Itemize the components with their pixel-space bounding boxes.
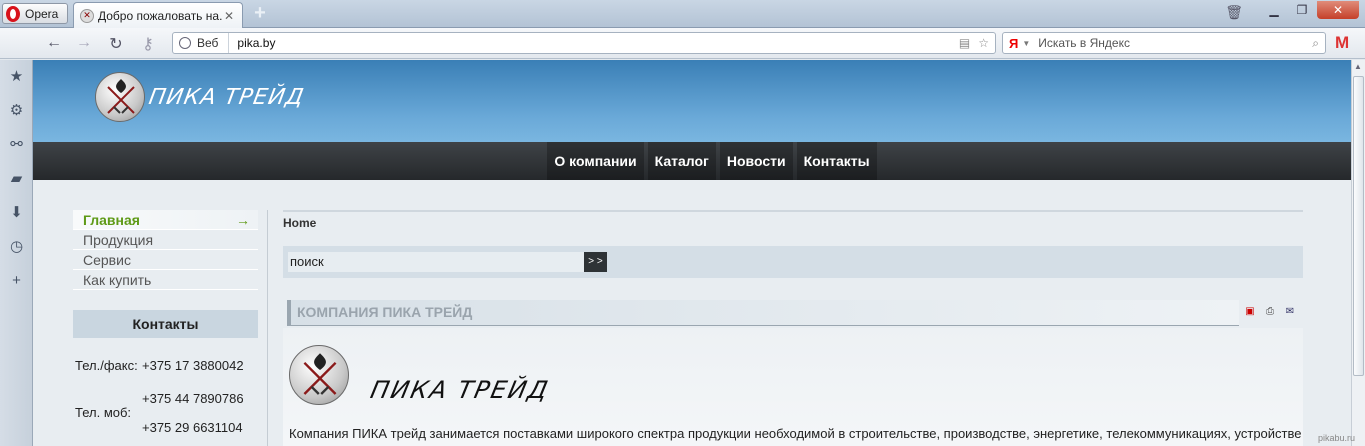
print-icon[interactable]: ⎙ — [1263, 304, 1277, 318]
article-actions: ▣ ⎙ ✉ — [1243, 304, 1297, 318]
main-navigation: О компании Каталог Новости Контакты — [33, 142, 1351, 180]
scroll-up-icon[interactable]: ▲ — [1354, 62, 1362, 71]
restore-icon[interactable]: ❐ — [1289, 1, 1315, 19]
bookmarks-star-icon[interactable]: ★ — [0, 60, 33, 94]
mobile-value-1: +375 44 7890786 — [142, 391, 244, 406]
url-text[interactable]: pika.by — [229, 36, 958, 50]
globe-icon — [179, 37, 191, 49]
search-placeholder[interactable]: Искать в Яндекс — [1038, 36, 1312, 50]
left-menu-products[interactable]: Продукция — [73, 230, 258, 250]
side-panel: ★ ⚙ ⚯ ▰ ⬇ ◷ + — [0, 60, 33, 446]
article-logo-emblem-icon — [289, 345, 349, 405]
site-info[interactable]: Веб — [173, 33, 230, 53]
mobile-label: Тел. моб: — [75, 405, 132, 420]
nav-catalog[interactable]: Каталог — [647, 142, 716, 180]
watermark: pikabu.ru — [1318, 433, 1356, 443]
article-title: КОМПАНИЯ ПИКА ТРЕЙД — [287, 300, 1239, 326]
left-menu-home[interactable]: Главная → — [73, 210, 258, 230]
trash-icon[interactable]: 🗑 — [1225, 4, 1243, 21]
nav-contacts[interactable]: Контакты — [796, 142, 877, 180]
search-field[interactable]: Я ▼ Искать в Яндекс ⌕ — [1002, 32, 1326, 54]
add-panel-icon[interactable]: + — [0, 264, 33, 298]
mobile-value-2: +375 29 6631104 — [142, 420, 243, 435]
history-clock-icon[interactable]: ◷ — [0, 230, 33, 264]
site-logo[interactable]: ПИКА ТРЕЙД — [95, 72, 307, 122]
site-search-input[interactable]: поиск — [288, 252, 584, 272]
downloads-icon[interactable]: ⬇ — [0, 196, 33, 230]
settings-gear-icon[interactable]: ⚙ — [0, 94, 33, 128]
site-search-button[interactable]: > > — [584, 252, 607, 272]
site-favicon-icon: ✕ — [80, 8, 94, 23]
phone-label: Тел./факс: — [75, 358, 138, 373]
back-icon[interactable]: ← — [44, 34, 64, 52]
opera-logo-icon — [6, 5, 20, 22]
rss-icon[interactable]: ▤ — [959, 36, 970, 50]
forward-icon[interactable]: → — [74, 34, 94, 52]
new-tab-icon[interactable]: + — [250, 3, 270, 24]
scroll-thumb[interactable] — [1353, 76, 1364, 376]
web-page: ПИКА ТРЕЙД О компании Каталог Новости Ко… — [33, 60, 1351, 446]
breadcrumb-divider — [283, 210, 1303, 212]
browser-tab-bar: Opera ✕ Добро пожаловать на... ✕ + 🗑 ▁ ❐… — [0, 0, 1365, 28]
browser-tab[interactable]: ✕ Добро пожаловать на... ✕ — [73, 2, 243, 28]
article-paragraph: Компания ПИКА трейд занимается поставкам… — [289, 426, 1302, 441]
logo-emblem-icon — [95, 72, 145, 122]
column-divider — [267, 210, 268, 446]
window-close-icon[interactable]: ✕ — [1317, 1, 1359, 19]
site-search-bar: поиск > > — [283, 246, 1303, 278]
address-bar[interactable]: Веб pika.by ▤ ☆ — [172, 32, 996, 54]
left-menu-service[interactable]: Сервис — [73, 250, 258, 270]
unite-icon[interactable]: ⚯ — [0, 128, 33, 162]
site-header: ПИКА ТРЕЙД — [33, 60, 1351, 142]
search-icon[interactable]: ⌕ — [1312, 36, 1319, 51]
page-scrollbar[interactable]: ▲ — [1351, 60, 1365, 446]
site-logo-text: ПИКА ТРЕЙД — [146, 84, 307, 110]
key-icon[interactable]: ⚷ — [138, 34, 158, 54]
yandex-icon[interactable]: Я — [1009, 36, 1018, 51]
reload-icon[interactable]: ↻ — [106, 34, 126, 54]
minimize-icon[interactable]: ▁ — [1261, 1, 1287, 19]
nav-news[interactable]: Новости — [719, 142, 793, 180]
chevron-down-icon[interactable]: ▼ — [1022, 39, 1030, 48]
article-logo-text: ПИКА ТРЕЙД — [368, 376, 553, 404]
pdf-icon[interactable]: ▣ — [1243, 304, 1257, 318]
opera-menu-button[interactable]: Opera — [2, 3, 68, 24]
phone-value: +375 17 3880042 — [142, 358, 244, 373]
site-info-label: Веб — [197, 36, 219, 50]
tab-title: Добро пожаловать на... — [98, 8, 222, 23]
tab-close-icon[interactable]: ✕ — [222, 9, 236, 23]
nav-about[interactable]: О компании — [547, 142, 644, 180]
gmail-icon[interactable]: M — [1335, 33, 1349, 53]
left-menu-home-label: Главная — [83, 212, 140, 228]
left-menu-how-to-buy[interactable]: Как купить — [73, 270, 258, 290]
left-menu: Главная → Продукция Сервис Как купить — [73, 210, 258, 290]
contacts-heading: Контакты — [73, 310, 258, 338]
email-icon[interactable]: ✉ — [1283, 304, 1297, 318]
notes-icon[interactable]: ▰ — [0, 162, 33, 196]
bookmark-star-icon[interactable]: ☆ — [978, 36, 989, 50]
browser-toolbar: ← → ↻ ⚷ Веб pika.by ▤ ☆ Я ▼ Искать в Янд… — [0, 28, 1365, 59]
arrow-right-icon: → — [236, 212, 250, 228]
window-controls: ▁ ❐ ✕ — [1261, 1, 1359, 19]
opera-menu-label: Opera — [25, 6, 59, 21]
breadcrumb[interactable]: Home — [283, 216, 316, 230]
